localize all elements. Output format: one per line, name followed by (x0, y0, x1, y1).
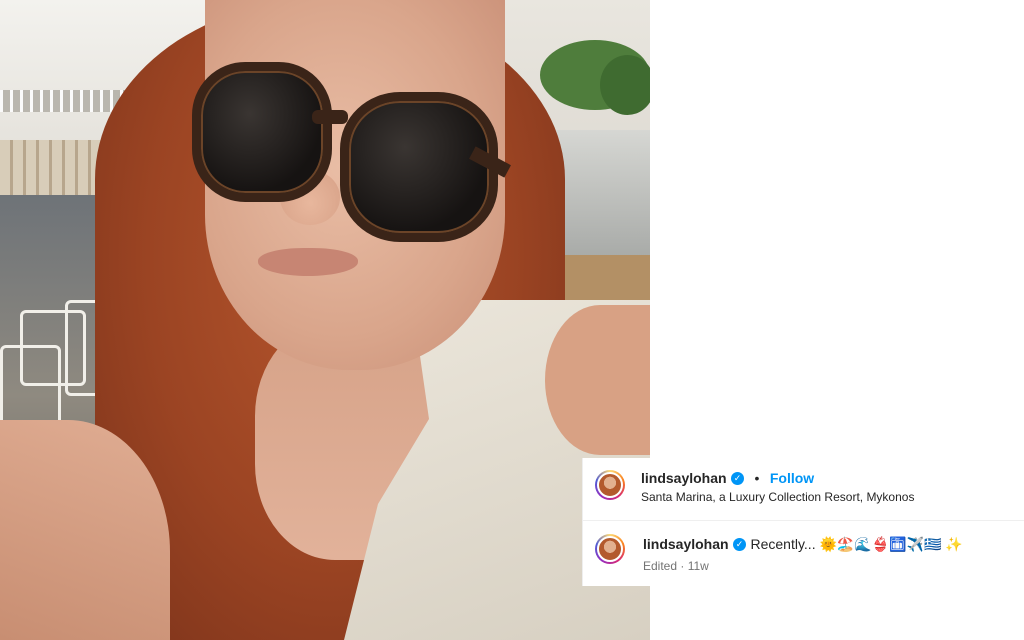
username-link[interactable]: lindsaylohan (641, 470, 727, 486)
avatar[interactable] (595, 470, 625, 500)
background-bush (600, 55, 650, 115)
divider (583, 520, 1024, 521)
verified-badge-icon: ✓ (731, 472, 745, 486)
sunglasses-right-lens (340, 92, 498, 242)
post-meta: Edited · 11w (643, 559, 709, 573)
avatar[interactable] (595, 534, 625, 564)
follow-button[interactable]: Follow (770, 470, 814, 486)
sunglasses-bridge (312, 110, 348, 124)
post-photo[interactable] (0, 0, 650, 640)
caption-username-link[interactable]: lindsaylohan (643, 536, 729, 552)
sunglasses-left-lens (192, 62, 332, 202)
separator-dot: • (754, 470, 760, 486)
caption: lindsaylohan ✓ Recently... 🌞🏖️🌊👙🛅✈️🇬🇷 ✨ (643, 536, 963, 554)
lips (258, 248, 358, 276)
shoulder (545, 305, 650, 455)
post-info-panel: lindsaylohan ✓ • Follow Santa Marina, a … (583, 458, 1024, 586)
post-age[interactable]: 11w (688, 559, 709, 573)
post-header: lindsaylohan ✓ • Follow (641, 470, 814, 488)
meta-dot: · (680, 559, 685, 573)
edited-label: Edited (643, 559, 678, 573)
verified-badge-icon: ✓ (733, 538, 747, 552)
caption-text: Recently... 🌞🏖️🌊👙🛅✈️🇬🇷 ✨ (750, 536, 963, 552)
location-link[interactable]: Santa Marina, a Luxury Collection Resort… (641, 490, 914, 504)
